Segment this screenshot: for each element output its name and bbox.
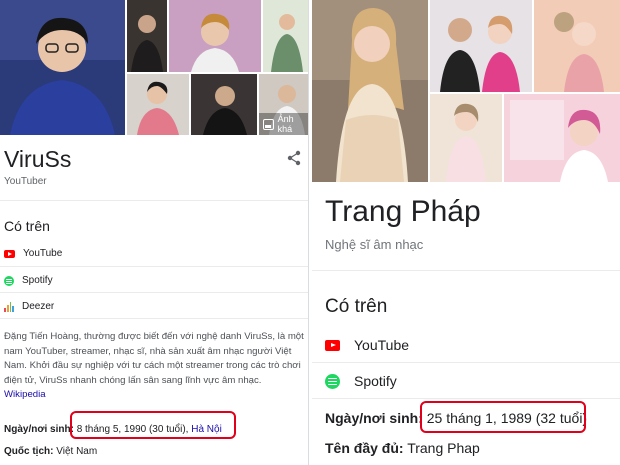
platform-label: Spotify [354, 373, 397, 389]
divider [0, 292, 308, 293]
divider [0, 266, 308, 267]
platform-youtube[interactable]: YouTube [325, 337, 409, 353]
divider [0, 318, 308, 319]
gallery-more-photos[interactable]: Ảnh khá [259, 74, 308, 135]
platform-label: YouTube [354, 337, 410, 353]
platform-spotify[interactable]: Spotify [325, 373, 397, 389]
fact-fullname: Tên đầy đủ: Trang Phap [325, 440, 480, 456]
fact-value: Việt Nam [56, 446, 98, 457]
platform-deezer[interactable]: Deezer [4, 301, 54, 312]
gallery-photo[interactable] [430, 0, 532, 92]
deezer-icon [4, 301, 14, 312]
main-photo[interactable] [312, 0, 428, 182]
gallery-photo[interactable] [534, 0, 620, 92]
available-on-heading: Có trên [325, 296, 388, 317]
gallery-photo[interactable] [169, 0, 261, 72]
available-on-heading: Có trên [4, 218, 50, 234]
gallery-photo[interactable] [504, 94, 620, 182]
entity-description: Đặng Tiến Hoàng, thường được biết đến vớ… [4, 330, 304, 403]
gallery-photo[interactable] [127, 0, 167, 72]
wikipedia-link[interactable]: Wikipedia [4, 389, 46, 400]
share-icon[interactable] [286, 150, 302, 166]
entity-title: Trang Pháp [325, 195, 481, 228]
entity-subtitle: YouTuber [4, 176, 47, 187]
main-photo[interactable] [0, 0, 125, 135]
divider [312, 398, 620, 399]
platform-spotify[interactable]: Spotify [4, 275, 53, 286]
entity-subtitle: Nghệ sĩ âm nhạc [325, 237, 424, 252]
fact-label: Ngày/nơi sinh: [325, 410, 423, 426]
divider [312, 270, 620, 271]
gallery-photo[interactable] [430, 94, 502, 182]
fact-label: Ngày/nơi sinh: [4, 424, 74, 435]
spotify-icon [325, 373, 340, 389]
highlight-box [420, 401, 586, 433]
entity-title: ViruSs [4, 146, 72, 172]
description-text: Đặng Tiến Hoàng, thường được biết đến vớ… [4, 331, 304, 386]
spotify-icon [4, 275, 14, 286]
more-images-label: Ảnh khá [277, 114, 294, 134]
highlight-box [70, 411, 236, 439]
platform-youtube[interactable]: YouTube [4, 248, 62, 259]
gallery-photo[interactable] [127, 74, 189, 135]
platform-label: Deezer [22, 301, 55, 312]
knowledge-panel-trang-phap: Trang Pháp Nghệ sĩ âm nhạc Có trên YouTu… [312, 0, 620, 465]
divider [312, 362, 620, 363]
divider [0, 200, 308, 201]
fact-label: Quốc tịch: [4, 446, 54, 457]
platform-label: YouTube [23, 248, 63, 259]
gallery-photo[interactable] [263, 0, 308, 72]
fact-nationality: Quốc tịch: Việt Nam [4, 446, 97, 457]
fact-value: Trang Phap [407, 440, 480, 456]
more-images-overlay[interactable]: Ảnh khá [259, 113, 308, 135]
youtube-icon [4, 249, 15, 258]
screenshot-composite: Ảnh khá ViruSs YouTuber Có trên YouTube … [0, 0, 620, 465]
platform-label: Spotify [22, 275, 53, 286]
gallery-photo[interactable] [191, 74, 257, 135]
image-icon [263, 118, 274, 130]
knowledge-panel-viruss: Ảnh khá ViruSs YouTuber Có trên YouTube … [0, 0, 309, 465]
fact-label: Tên đầy đủ: [325, 440, 404, 456]
youtube-icon [325, 339, 340, 351]
